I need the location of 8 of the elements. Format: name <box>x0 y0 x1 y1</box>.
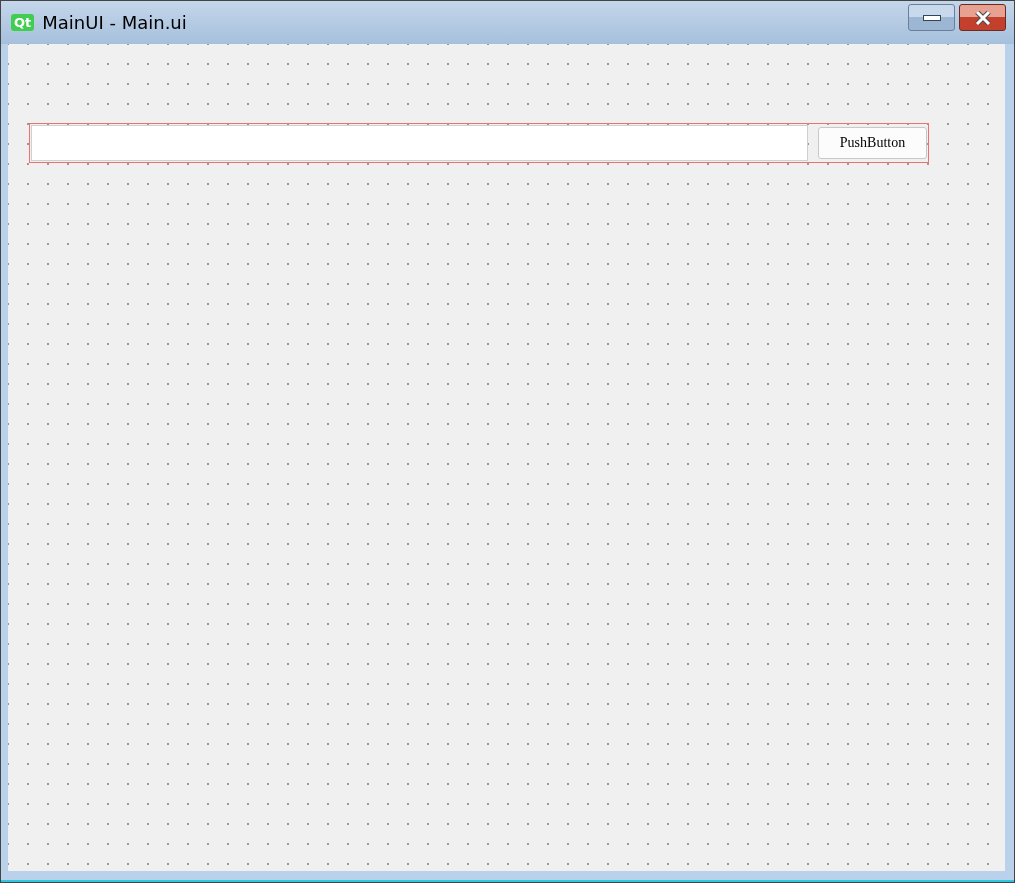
minimize-button[interactable] <box>908 4 955 31</box>
close-icon <box>973 10 992 25</box>
close-button[interactable] <box>959 4 1006 31</box>
minimize-icon <box>922 14 941 21</box>
push-button[interactable]: PushButton <box>818 127 927 159</box>
window-title: MainUI - Main.ui <box>42 12 187 33</box>
line-edit-field[interactable] <box>31 125 808 161</box>
app-badge: Qt <box>11 14 35 31</box>
